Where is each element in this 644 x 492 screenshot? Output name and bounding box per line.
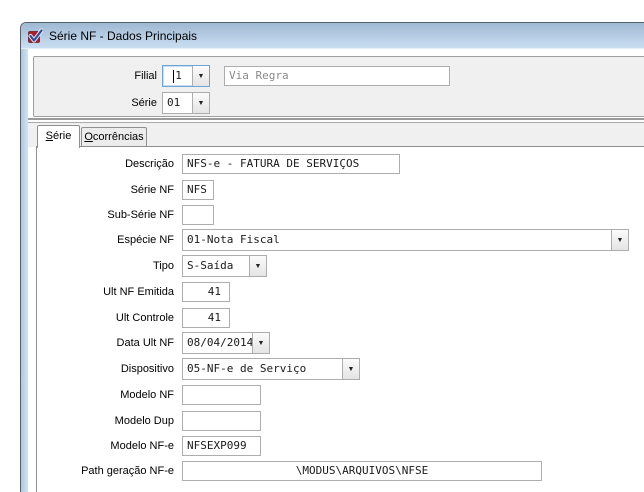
modelo-nfe-input[interactable]: NFSEXP099 [182, 436, 261, 456]
especie-nf-select[interactable]: 01-Nota Fiscal ▼ [182, 229, 629, 251]
ult-nf-emitida-input[interactable]: 41 [182, 282, 230, 302]
filial-label: Filial [34, 65, 157, 87]
ult-nf-emitida-label: Ult NF Emitida [37, 281, 174, 303]
ult-controle-input[interactable]: 41 [182, 308, 230, 328]
app-check-icon[interactable] [27, 28, 43, 44]
tab-serie[interactable]: Série [37, 125, 80, 148]
dropdown-arrow-icon[interactable]: ▼ [249, 256, 266, 276]
especie-nf-row: Espécie NF 01-Nota Fiscal ▼ [37, 229, 644, 251]
dropdown-arrow-icon[interactable]: ▼ [342, 359, 359, 379]
path-geracao-input[interactable]: \MODUS\ARQUIVOS\NFSE [182, 461, 542, 481]
tipo-row: Tipo S-Saída ▼ [37, 255, 644, 277]
tabstrip: Série Ocorrências [28, 123, 644, 147]
data-ult-nf-select[interactable]: 08/04/2014 ▼ [182, 332, 270, 354]
path-geracao-label: Path geração NF-e [37, 460, 174, 482]
sub-serie-nf-row: Sub-Série NF [37, 204, 644, 226]
serie-select[interactable]: 01 ▼ [162, 92, 210, 114]
especie-nf-label: Espécie NF [37, 229, 174, 251]
filial-row: Filial 1 ▼ Via Regra [34, 65, 644, 87]
serie-label: Série [34, 92, 157, 114]
sub-serie-nf-input[interactable] [182, 205, 214, 225]
serie-value: 01 [163, 93, 192, 113]
tipo-label: Tipo [37, 255, 174, 277]
especie-nf-value: 01-Nota Fiscal [183, 230, 611, 250]
modelo-nfe-row: Modelo NF-e NFSEXP099 [37, 435, 644, 457]
window-title: Série NF - Dados Principais [49, 29, 197, 43]
modelo-nf-input[interactable] [182, 385, 261, 405]
tipo-select[interactable]: S-Saída ▼ [182, 255, 267, 277]
filial-description-field[interactable]: Via Regra [224, 66, 450, 86]
header-panel: Filial 1 ▼ Via Regra Série 01 ▼ [33, 56, 644, 117]
modelo-nf-label: Modelo NF [37, 384, 174, 406]
tab-ocorrencias[interactable]: Ocorrências [81, 127, 147, 148]
sub-serie-nf-label: Sub-Série NF [37, 204, 174, 226]
data-ult-nf-row: Data Ult NF 08/04/2014 ▼ [37, 332, 644, 354]
tabpage-serie: Descrição NFS-e - FATURA DE SERVIÇOS Sér… [36, 146, 644, 492]
serie-nf-row: Série NF NFS [37, 179, 644, 201]
serie-row: Série 01 ▼ [34, 92, 644, 114]
serie-nf-window: Série NF - Dados Principais Filial 1 ▼ V… [20, 22, 644, 492]
dispositivo-label: Dispositivo [37, 358, 174, 380]
filial-select[interactable]: 1 ▼ [162, 65, 210, 87]
modelo-dup-input[interactable] [182, 411, 261, 431]
descricao-label: Descrição [37, 153, 174, 175]
ult-controle-label: Ult Controle [37, 307, 174, 329]
dispositivo-row: Dispositivo 05-NF-e de Serviço ▼ [37, 358, 644, 380]
dropdown-arrow-icon[interactable]: ▼ [192, 93, 209, 113]
dropdown-arrow-icon[interactable]: ▼ [611, 230, 628, 250]
ult-nf-emitida-row: Ult NF Emitida 41 [37, 281, 644, 303]
titlebar[interactable]: Série NF - Dados Principais [21, 23, 644, 49]
dropdown-arrow-icon[interactable]: ▼ [252, 333, 269, 353]
serie-nf-input[interactable]: NFS [182, 180, 214, 200]
modelo-nf-row: Modelo NF [37, 384, 644, 406]
data-ult-nf-label: Data Ult NF [37, 332, 174, 354]
dispositivo-value: 05-NF-e de Serviço [183, 359, 342, 379]
path-geracao-row: Path geração NF-e \MODUS\ARQUIVOS\NFSE [37, 460, 644, 482]
window-left-border [21, 49, 28, 492]
serie-nf-label: Série NF [37, 179, 174, 201]
client-area: Filial 1 ▼ Via Regra Série 01 ▼ Série Oc… [28, 49, 644, 492]
modelo-nfe-label: Modelo NF-e [37, 435, 174, 457]
data-ult-nf-value: 08/04/2014 [183, 333, 252, 353]
dispositivo-select[interactable]: 05-NF-e de Serviço ▼ [182, 358, 360, 380]
descricao-input[interactable]: NFS-e - FATURA DE SERVIÇOS [182, 154, 400, 174]
descricao-row: Descrição NFS-e - FATURA DE SERVIÇOS [37, 153, 644, 175]
ult-controle-row: Ult Controle 41 [37, 307, 644, 329]
modelo-dup-row: Modelo Dup [37, 410, 644, 432]
tipo-value: S-Saída [183, 256, 249, 276]
modelo-dup-label: Modelo Dup [37, 410, 174, 432]
filial-value: 1 [163, 66, 192, 86]
dropdown-arrow-icon[interactable]: ▼ [192, 66, 209, 86]
